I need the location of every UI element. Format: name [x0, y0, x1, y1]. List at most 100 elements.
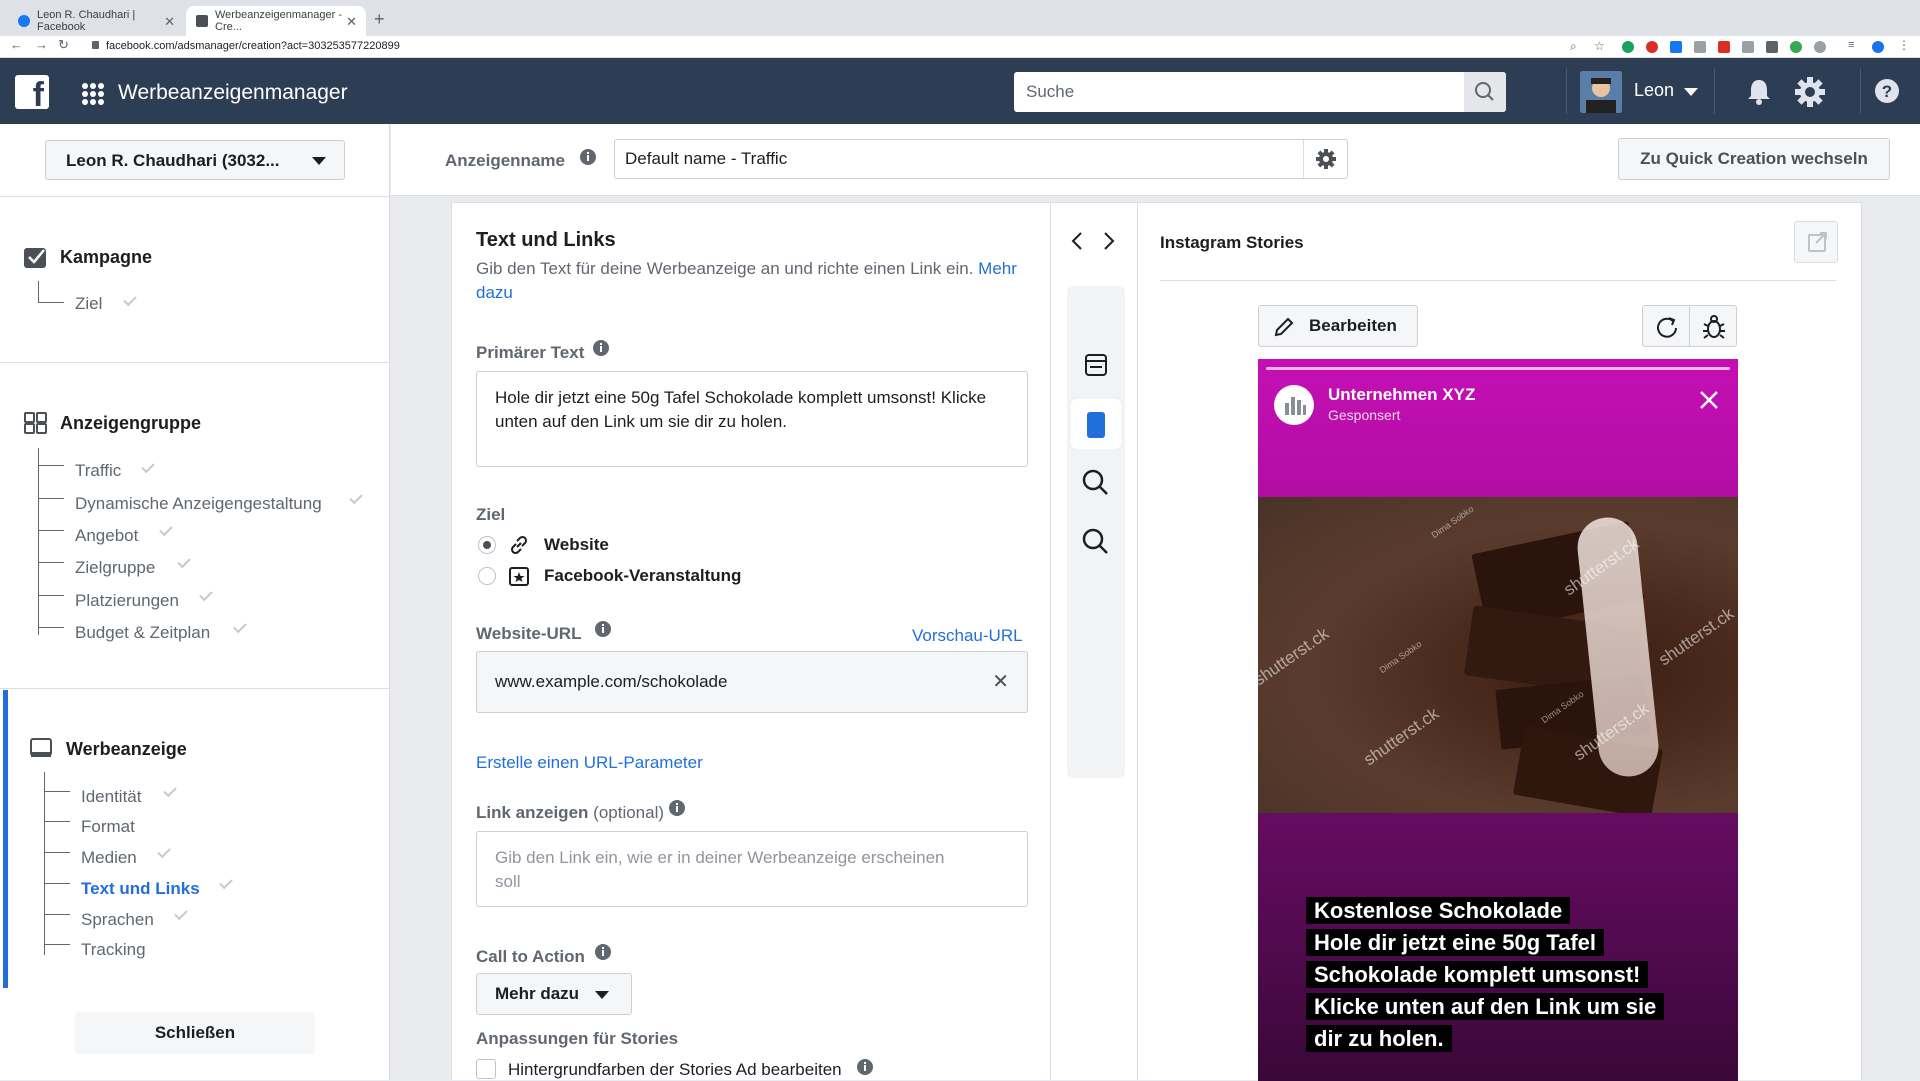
placement-stories[interactable]	[1071, 399, 1121, 449]
url-parameter-link[interactable]: Erstelle einen URL-Parameter	[476, 753, 703, 773]
help-icon[interactable]: ?	[1874, 78, 1900, 104]
tree-line	[38, 281, 39, 302]
profile-icon[interactable]	[1872, 41, 1884, 53]
notifications-bell-icon[interactable]	[1744, 76, 1774, 106]
extension-icon[interactable]	[1694, 41, 1706, 53]
chevron-right-icon[interactable]	[1099, 229, 1119, 253]
extension-icon[interactable]	[1742, 41, 1754, 53]
stories-background-label[interactable]: Hintergrundfarben der Stories Ad bearbei…	[508, 1060, 842, 1080]
nav-item-dynamische-anzeigengestaltung[interactable]: Dynamische Anzeigengestaltung	[75, 494, 322, 514]
goal-event-radio[interactable]	[478, 567, 496, 585]
menu-icon[interactable]: ⋮	[1898, 38, 1910, 52]
nav-item-platzierungen[interactable]: Platzierungen	[75, 591, 179, 611]
account-selector[interactable]: Leon R. Chaudhari (3032...	[45, 140, 345, 180]
company-logo-icon	[1285, 397, 1306, 415]
section-anzeigengruppe[interactable]: Anzeigengruppe	[60, 413, 201, 434]
extension-icon[interactable]	[1766, 41, 1778, 53]
cta-dropdown[interactable]: Mehr dazu	[476, 973, 632, 1015]
nav-item-budget-zeitplan[interactable]: Budget & Zeitplan	[75, 623, 210, 643]
nav-item-traffic[interactable]: Traffic	[75, 461, 121, 481]
goal-website-radio[interactable]	[478, 536, 496, 554]
app-title[interactable]: Werbeanzeigenmanager	[118, 81, 348, 105]
goal-website-label[interactable]: Website	[544, 535, 609, 555]
close-button[interactable]: Schließen	[75, 1012, 315, 1054]
nav-item-sprachen[interactable]: Sprachen	[81, 910, 154, 930]
feed-icon	[1085, 354, 1107, 376]
preview-url-link[interactable]: Vorschau-URL	[912, 626, 1023, 646]
report-bug-button[interactable]	[1689, 305, 1737, 347]
tree-line	[38, 530, 64, 531]
tree-line	[44, 944, 70, 945]
section-werbeanzeige[interactable]: Werbeanzeige	[66, 739, 187, 760]
extension-icon[interactable]	[1718, 41, 1730, 53]
extension-icon[interactable]	[1646, 41, 1658, 53]
checkmark-icon	[174, 906, 188, 921]
goal-event-label[interactable]: Facebook-Veranstaltung	[544, 566, 741, 586]
info-icon[interactable]	[668, 799, 686, 817]
reload-preview-button[interactable]	[1642, 305, 1690, 347]
nav-item-identitaet[interactable]: Identität	[81, 787, 142, 807]
user-name[interactable]: Leon	[1634, 80, 1674, 101]
placement-search[interactable]	[1071, 517, 1121, 567]
divider	[0, 688, 390, 689]
app-header: f Werbeanzeigenmanager Leon ?	[0, 58, 1920, 124]
browser-tab-facebook[interactable]: Leon R. Chaudhari | Facebook ✕	[8, 6, 184, 36]
extension-icon[interactable]	[1790, 41, 1802, 53]
zoom-icon[interactable]: ⌕	[1570, 39, 1582, 53]
close-tab-icon[interactable]: ✕	[164, 14, 175, 30]
info-icon[interactable]	[594, 943, 612, 961]
nav-item-format[interactable]: Format	[81, 817, 135, 837]
settings-gear-icon[interactable]	[1794, 76, 1826, 108]
extension-icon[interactable]	[1622, 41, 1634, 53]
reload-icon[interactable]: ↻	[58, 37, 69, 53]
info-icon[interactable]	[856, 1058, 874, 1076]
avatar[interactable]	[1580, 71, 1622, 113]
close-tab-icon[interactable]: ✕	[346, 14, 357, 30]
chevron-left-icon[interactable]	[1067, 229, 1087, 253]
reading-list-icon[interactable]: ≡	[1848, 39, 1860, 51]
website-url-input[interactable]: www.example.com/schokolade ✕	[476, 651, 1028, 713]
nav-item-zielgruppe[interactable]: Zielgruppe	[75, 558, 155, 578]
nav-item-angebot[interactable]: Angebot	[75, 526, 138, 546]
search-input[interactable]	[1014, 72, 1464, 112]
primary-text-input[interactable]: Hole dir jetzt eine 50g Tafel Schokolade…	[476, 371, 1028, 467]
info-icon[interactable]	[579, 148, 597, 166]
search-button[interactable]	[1464, 72, 1506, 112]
tree-line	[38, 562, 64, 563]
forward-icon[interactable]: →	[35, 37, 48, 52]
quick-creation-button[interactable]: Zu Quick Creation wechseln	[1618, 138, 1890, 180]
display-link-input[interactable]: Gib den Link ein, wie er in deiner Werbe…	[476, 831, 1028, 907]
section-kampagne[interactable]: Kampagne	[60, 247, 152, 268]
tree-line	[38, 302, 64, 303]
chevron-down-icon[interactable]	[1684, 88, 1698, 96]
stories-background-checkbox[interactable]	[476, 1059, 496, 1079]
placement-feed[interactable]	[1071, 340, 1121, 390]
ad-name-bar: Anzeigenname Zu Quick Creation wechseln	[391, 124, 1920, 196]
facebook-logo-icon[interactable]: f	[15, 75, 49, 109]
browser-tab-adsmanager[interactable]: Werbeanzeigenmanager - Cre... ✕	[186, 6, 366, 36]
card-description: Gib den Text für deine Werbeanzeige an u…	[476, 257, 1036, 305]
extension-icon[interactable]	[1814, 41, 1826, 53]
apps-grid-icon[interactable]	[82, 83, 104, 105]
nav-item-text-und-links[interactable]: Text und Links	[81, 879, 200, 899]
new-tab-icon[interactable]: +	[374, 9, 385, 30]
back-icon[interactable]: ←	[10, 37, 23, 52]
nav-item-medien[interactable]: Medien	[81, 848, 137, 868]
nav-item-tracking[interactable]: Tracking	[81, 940, 146, 960]
ad-name-settings-button[interactable]	[1303, 140, 1347, 178]
url-field[interactable]: facebook.com/adsmanager/creation?act=303…	[106, 40, 400, 52]
info-icon[interactable]	[592, 339, 610, 357]
nav-item-ziel[interactable]: Ziel	[75, 294, 102, 314]
placement-explore[interactable]	[1071, 458, 1121, 508]
info-icon[interactable]	[594, 620, 612, 638]
star-icon[interactable]: ☆	[1594, 39, 1606, 53]
open-preview-button[interactable]	[1794, 221, 1838, 263]
watermark-small: Dima Sobko	[1377, 638, 1424, 676]
brand-avatar	[1274, 385, 1314, 425]
clear-icon[interactable]: ✕	[992, 666, 1009, 698]
checkmark-icon	[177, 554, 191, 569]
extension-icon[interactable]	[1670, 41, 1682, 53]
ad-name-field	[614, 139, 1348, 179]
edit-button[interactable]: Bearbeiten	[1258, 305, 1418, 347]
ad-name-input[interactable]	[615, 140, 1305, 178]
